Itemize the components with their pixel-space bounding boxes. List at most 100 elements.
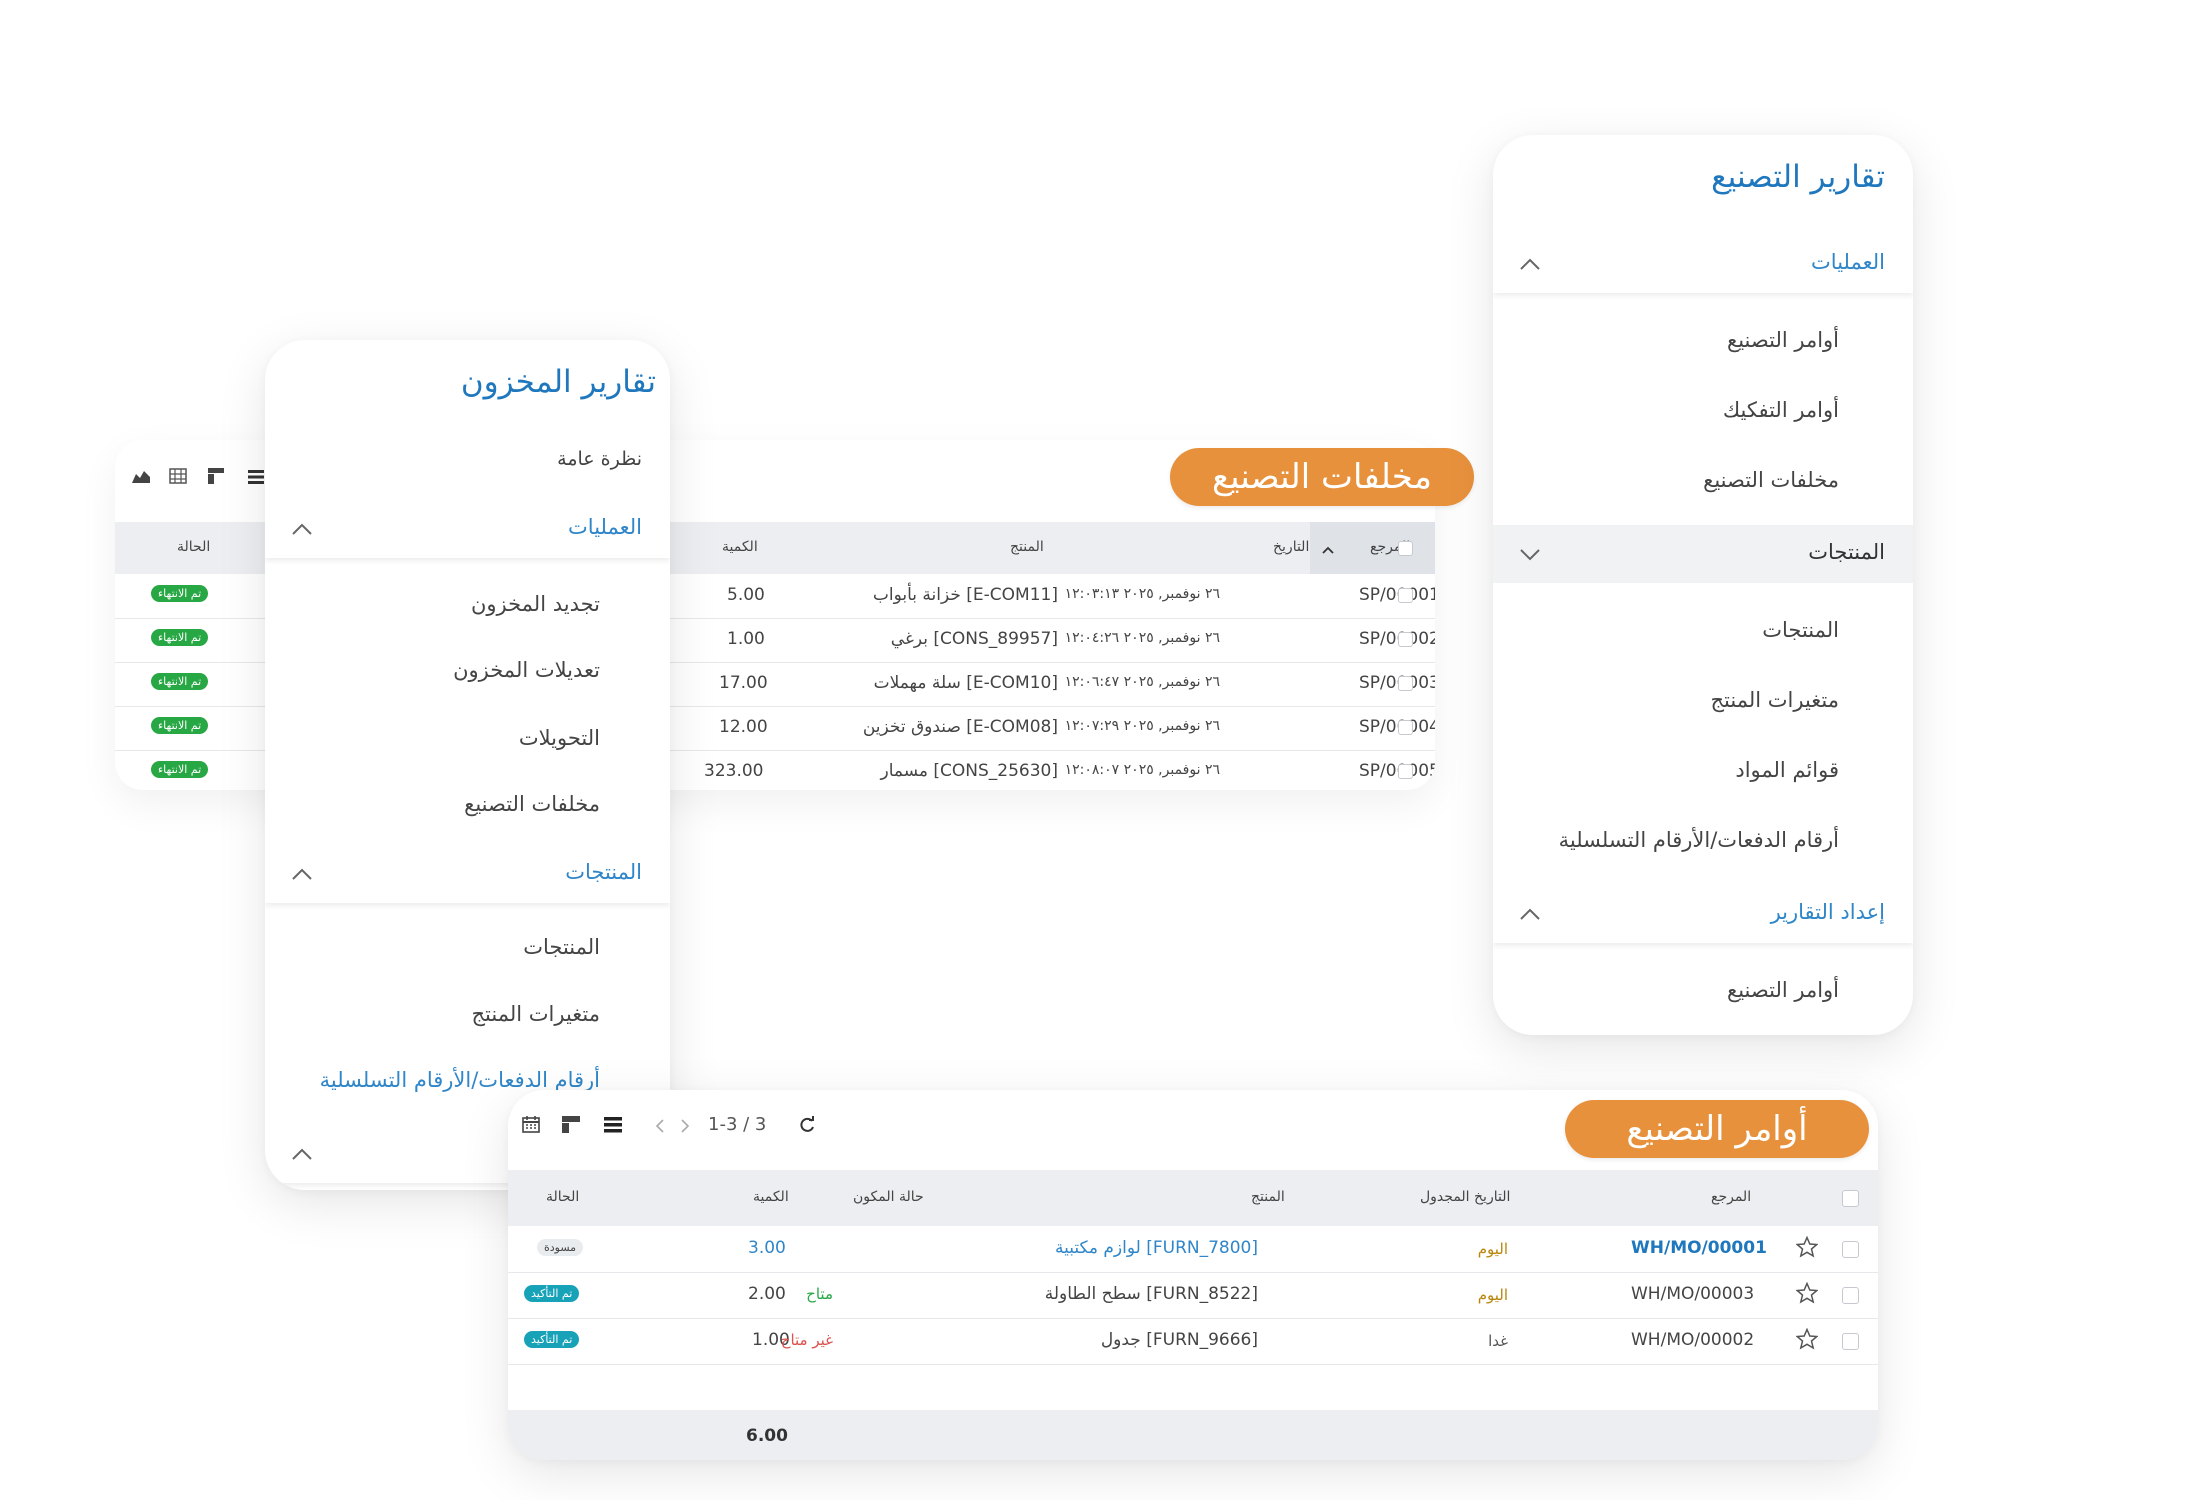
row-checkbox[interactable] — [1398, 764, 1413, 779]
kanban-view-icon[interactable] — [208, 468, 224, 488]
table-row[interactable]: تم التأكيد 2.00 متاح [FURN_8522] سطح الط… — [508, 1272, 1878, 1319]
star-icon[interactable] — [1795, 1281, 1819, 1308]
chevron-up-icon[interactable] — [292, 1147, 313, 1163]
menu-item-adjustments[interactable]: تعديلات المخزون — [453, 658, 600, 682]
sort-ascending-icon[interactable] — [1322, 540, 1334, 559]
component-cell: متاح — [806, 1285, 833, 1303]
product-cell: [CONS_25630] مسمار — [880, 761, 1058, 781]
column-product[interactable]: المنتج — [1251, 1189, 1285, 1205]
qty-cell: 5.00 — [727, 585, 765, 605]
status-badge: تم التأكيد — [524, 1285, 580, 1302]
chevron-up-icon[interactable] — [292, 867, 313, 883]
mo-tag: أوامر التصنيع — [1565, 1100, 1869, 1158]
status-badge: تم الانتهاء — [151, 717, 209, 734]
calendar-icon[interactable] — [522, 1115, 540, 1137]
product-cell: [FURN_7800] لوازم مكتبية — [1054, 1238, 1258, 1258]
column-qty[interactable]: الكمية — [722, 539, 758, 555]
table-row[interactable]: مسودة 3.00 [FURN_7800] لوازم مكتبية اليو… — [508, 1226, 1878, 1273]
section-products[interactable]: المنتجات — [1493, 525, 1913, 583]
chevron-up-icon[interactable] — [1520, 907, 1541, 923]
section-operations[interactable]: العمليات — [265, 500, 670, 558]
section-reporting[interactable]: إعداد التقارير — [1493, 885, 1913, 943]
area-chart-icon[interactable] — [131, 468, 151, 488]
chevron-up-icon[interactable] — [292, 522, 313, 538]
row-checkbox[interactable] — [1398, 720, 1413, 735]
table-footer — [508, 1410, 1878, 1460]
qty-total: 6.00 — [746, 1426, 788, 1446]
chevron-up-icon[interactable] — [1520, 257, 1541, 273]
qty-cell: 2.00 — [748, 1284, 786, 1304]
section-operations[interactable]: العمليات — [1493, 235, 1913, 293]
menu-item-replenishment[interactable]: تجديد المخزون — [471, 592, 600, 616]
row-checkbox[interactable] — [1842, 1333, 1859, 1350]
column-status[interactable]: الحالة — [546, 1189, 579, 1205]
ref-cell: SP/00003 — [1359, 673, 1435, 693]
list-view-icon[interactable] — [248, 469, 264, 488]
column-qty[interactable]: الكمية — [753, 1189, 789, 1205]
scheduled-cell: اليوم — [1477, 1240, 1508, 1258]
list-view-icon[interactable] — [604, 1117, 622, 1137]
pager-value[interactable]: 1-3 / 3 — [708, 1114, 766, 1135]
menu-item-product-variants[interactable]: متغيرات المنتج — [1710, 688, 1839, 712]
menu-item-unbuild-orders[interactable]: أوامر التفكيك — [1723, 398, 1839, 422]
select-all-checkbox[interactable] — [1842, 1190, 1859, 1207]
product-cell: [E-COM10] سلة مهملات — [873, 673, 1058, 693]
row-checkbox[interactable] — [1842, 1241, 1859, 1258]
column-date[interactable]: التاريخ — [1273, 539, 1309, 555]
menu-item-overview[interactable]: نظرة عامة — [557, 448, 642, 470]
ref-cell: SP/00005 — [1359, 761, 1435, 781]
section-label: المنتجات — [1808, 540, 1885, 564]
row-checkbox[interactable] — [1842, 1287, 1859, 1304]
ref-cell: WH/MO/00002 — [1631, 1330, 1755, 1350]
inventory-reports-menu: تقارير المخزون نظرة عامة العمليات تجديد … — [265, 340, 670, 1190]
chevron-right-icon[interactable] — [680, 1118, 690, 1138]
qty-cell: 323.00 — [704, 761, 764, 781]
date-cell: ٢٦ نوفمبر, ٢٠٢٥ ١٢:٠٦:٤٧ — [1064, 674, 1220, 690]
star-icon[interactable] — [1795, 1235, 1819, 1262]
menu-item-transfers[interactable]: التحويلات — [519, 726, 600, 750]
row-checkbox[interactable] — [1398, 632, 1413, 647]
column-status[interactable]: الحالة — [177, 539, 210, 555]
pivot-table-icon[interactable] — [169, 468, 187, 488]
section-products[interactable]: المنتجات — [265, 845, 670, 903]
menu-item-scrap[interactable]: مخلفات التصنيع — [1703, 468, 1839, 492]
status-badge: مسودة — [537, 1239, 584, 1256]
chevron-left-icon[interactable] — [655, 1118, 665, 1138]
manufacturing-reports-menu: تقارير التصنيع العمليات أوامر التصنيع أو… — [1493, 135, 1913, 1035]
scheduled-cell: اليوم — [1477, 1286, 1508, 1304]
select-all-checkbox[interactable] — [1398, 541, 1413, 556]
star-icon[interactable] — [1795, 1327, 1819, 1354]
chevron-down-icon[interactable] — [1520, 547, 1541, 563]
menu-title: تقارير التصنيع — [1711, 159, 1885, 195]
menu-item-bills-of-materials[interactable]: قوائم المواد — [1735, 758, 1839, 782]
column-scheduled-date[interactable]: التاريخ المجدول — [1420, 1189, 1510, 1205]
product-cell: [FURN_9666] جدول — [1100, 1330, 1258, 1350]
section-label: العمليات — [568, 515, 642, 539]
row-checkbox[interactable] — [1398, 588, 1413, 603]
product-cell: [FURN_8522] سطح الطاولة — [1044, 1284, 1258, 1304]
qty-cell: 1.00 — [727, 629, 765, 649]
scrap-tag: مخلفات التصنيع — [1170, 448, 1474, 506]
table-row[interactable]: تم التأكيد 1.00 غير متاح [FURN_9666] جدو… — [508, 1318, 1878, 1365]
column-product[interactable]: المنتج — [1010, 539, 1044, 555]
status-badge: تم الانتهاء — [151, 761, 209, 778]
column-ref[interactable]: المرجع — [1711, 1189, 1751, 1205]
date-cell: ٢٦ نوفمبر, ٢٠٢٥ ١٢:٠٧:٢٩ — [1064, 718, 1220, 734]
menu-item-products[interactable]: المنتجات — [523, 935, 600, 959]
menu-item-lots-serials[interactable]: أرقام الدفعات/الأرقام التسلسلية — [320, 1068, 600, 1092]
column-component-status[interactable]: حالة المكون — [853, 1189, 924, 1205]
qty-cell: 3.00 — [748, 1238, 786, 1258]
product-cell: [E-COM11] خزانة بأبواب — [872, 585, 1058, 605]
product-cell: [CONS_89957] برغي — [890, 629, 1058, 649]
menu-item-scrap[interactable]: مخلفات التصنيع — [464, 792, 600, 816]
row-checkbox[interactable] — [1398, 676, 1413, 691]
menu-item-manufacturing-orders-report[interactable]: أوامر التصنيع — [1727, 978, 1839, 1002]
menu-item-lots-serials[interactable]: أرقام الدفعات/الأرقام التسلسلية — [1559, 828, 1839, 852]
status-badge: تم التأكيد — [524, 1331, 580, 1348]
scheduled-cell: غدا — [1488, 1332, 1508, 1350]
menu-item-products[interactable]: المنتجات — [1762, 618, 1839, 642]
refresh-icon[interactable] — [798, 1116, 816, 1138]
kanban-view-icon[interactable] — [562, 1116, 580, 1137]
menu-item-product-variants[interactable]: متغيرات المنتج — [471, 1002, 600, 1026]
menu-item-manufacturing-orders[interactable]: أوامر التصنيع — [1727, 328, 1839, 352]
